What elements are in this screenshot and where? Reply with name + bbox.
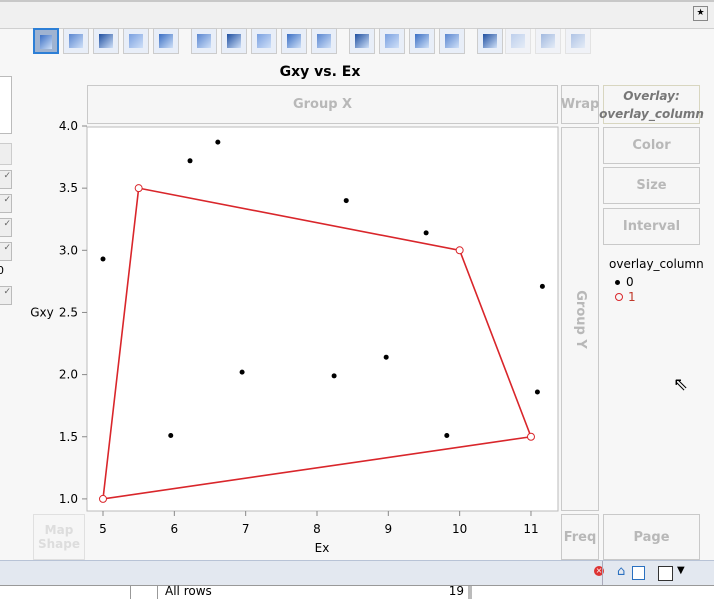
data-point[interactable] [343,198,349,204]
open-circle-icon [615,293,623,301]
data-point-overlay[interactable] [99,494,107,503]
formula-icon[interactable] [505,28,531,54]
data-point[interactable] [331,373,337,379]
x-axis-label: Ex [315,541,330,555]
overlay-column-name: overlay_column [599,106,704,121]
overlay-label: Overlay: [623,88,680,103]
scatter-plot[interactable]: 5 6 7 8 9 10 11 1.0 1.5 2.0 2.5 3.0 3.5 4.0 Ex Gxy [0,110,560,560]
heatmap-icon[interactable] [349,28,375,54]
table-icon[interactable] [632,566,645,580]
x-tick-label: 6 [171,522,179,536]
legend-item-0[interactable]: 0 [615,275,704,289]
smoother-icon[interactable] [63,28,89,54]
x-tick-label: 7 [242,522,250,536]
legend-title: overlay_column [609,257,704,271]
legend-label: 0 [626,275,634,289]
histogram-icon[interactable] [311,28,337,54]
area-icon[interactable] [251,28,277,54]
y-tick-label: 2.0 [59,368,78,382]
box-plot-icon[interactable] [281,28,307,54]
group-y-label: Group Y [572,289,588,349]
treemap-icon[interactable] [409,28,435,54]
rows-label: All rows [165,584,212,598]
line-icon[interactable] [191,28,217,54]
ellipse-icon[interactable] [123,28,149,54]
mosaic-icon[interactable] [439,28,465,54]
y-tick-label: 1.0 [59,492,78,506]
y-tick-label: 1.5 [59,430,78,444]
filled-circle-icon [615,279,620,285]
pin-icon[interactable]: ★ [693,6,708,21]
home-icon[interactable]: ⌂ [617,564,625,579]
data-point[interactable] [168,433,174,439]
parallel-icon[interactable] [565,28,591,54]
x-tick-label: 11 [523,522,538,536]
mouse-cursor-icon: ⇖ [673,374,689,395]
size-zone[interactable]: Size [603,167,700,204]
page-zone[interactable]: Page [603,514,700,560]
map-shapes-icon[interactable] [535,28,561,54]
y-tick-label: 3.0 [59,243,78,257]
legend: overlay_column 0 1 [609,257,704,304]
graph-title: Gxy vs. Ex [279,64,361,80]
data-point[interactable] [187,158,193,164]
plot-frame [86,126,559,512]
data-table-area: All rows 19 [0,584,714,599]
y-axis-label: Gxy [30,305,54,319]
data-point-overlay[interactable] [526,432,535,441]
y-tick-label: 4.0 [59,119,78,133]
selection-box-icon[interactable] [658,566,673,581]
legend-item-1[interactable]: 1 [615,290,704,304]
pie-icon[interactable] [379,28,405,54]
x-tick-label: 10 [452,522,467,536]
contour-icon[interactable] [153,28,179,54]
y-tick-label: 3.5 [59,181,78,195]
interval-zone[interactable]: Interval [603,208,700,245]
data-point[interactable] [100,256,106,262]
group-y-zone[interactable]: Group Y [561,127,599,511]
data-point[interactable] [539,283,545,289]
wrap-zone[interactable]: Wrap [561,85,599,124]
data-point[interactable] [239,369,245,375]
x-tick-label: 5 [99,522,107,536]
data-point-overlay[interactable] [455,246,464,255]
data-point[interactable] [423,230,429,236]
points-icon[interactable] [33,28,59,54]
freq-zone[interactable]: Freq [561,514,599,560]
x-tick-label: 9 [384,522,392,536]
data-point[interactable] [534,389,540,395]
y-tick-label: 2.5 [59,305,78,319]
chevron-down-icon[interactable]: ▼ [677,565,685,576]
data-point-overlay[interactable] [134,184,143,193]
caption-box-icon[interactable] [477,28,503,54]
x-tick-label: 8 [313,522,321,536]
status-bar: × ⌂ ▼ [0,560,714,586]
color-zone[interactable]: Color [603,127,700,164]
rows-count: 19 [448,584,464,598]
data-point[interactable] [444,433,450,439]
bar-icon[interactable] [221,28,247,54]
data-point[interactable] [383,354,389,360]
line-of-fit-icon[interactable] [93,28,119,54]
legend-label: 1 [628,290,636,304]
data-point[interactable] [215,139,221,145]
window-header [0,0,714,29]
overlay-zone[interactable]: Overlay: overlay_column [599,85,704,124]
